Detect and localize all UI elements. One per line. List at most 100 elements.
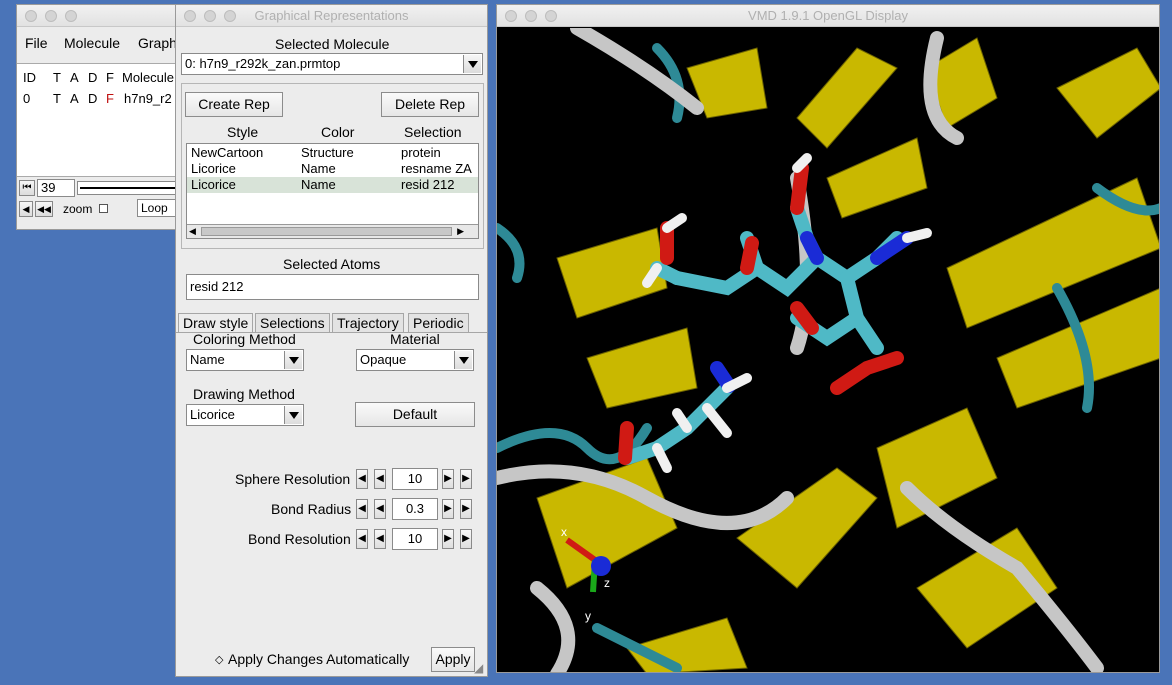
mol-fixed-flag[interactable]: F: [106, 91, 114, 106]
scroll-right-icon[interactable]: ▶: [457, 225, 464, 238]
drawing-method-value: Licorice: [190, 407, 235, 422]
selected-atoms-input[interactable]: resid 212: [186, 274, 479, 300]
mol-id[interactable]: 0: [23, 91, 30, 106]
minimize-icon[interactable]: [45, 10, 57, 22]
mol-active-flag[interactable]: A: [70, 91, 79, 106]
oxygen-bond: [790, 161, 809, 215]
play-reverse-icon[interactable]: ◀◀: [35, 201, 53, 217]
col-color-header: Color: [321, 124, 355, 140]
minimize-icon[interactable]: [204, 10, 216, 22]
coloring-method-value: Name: [190, 352, 225, 367]
col-a: A: [70, 70, 79, 85]
close-icon[interactable]: [505, 10, 517, 22]
zoom-checkbox[interactable]: [99, 204, 108, 213]
bond-resolution-input[interactable]: 10: [392, 528, 438, 550]
col-d: D: [88, 70, 98, 85]
step-back-icon[interactable]: ◀: [19, 201, 33, 217]
apply-auto-label[interactable]: Apply Changes Automatically: [228, 651, 409, 667]
step-fast-back-icon[interactable]: ◀: [356, 469, 368, 489]
col-selection-header: Selection: [404, 124, 462, 140]
sphere-resolution-label: Sphere Resolution: [235, 471, 351, 487]
sphere-resolution-input[interactable]: 10: [392, 468, 438, 490]
selected-molecule-value: 0: h7n9_r292k_zan.prmtop: [185, 56, 341, 71]
graphrep-title: Graphical Representations: [254, 8, 409, 23]
step-fast-back-icon[interactable]: ◀: [356, 499, 368, 519]
col-molecule: Molecule: [122, 70, 175, 85]
minimize-icon[interactable]: [525, 10, 537, 22]
rep-style: Licorice: [191, 161, 236, 176]
delete-rep-button[interactable]: Delete Rep: [381, 92, 479, 117]
step-fast-forward-icon[interactable]: ▶: [460, 469, 472, 489]
rep-color: Name: [301, 177, 336, 192]
hydrogen-bond: [902, 228, 932, 243]
display-titlebar: VMD 1.9.1 OpenGL Display: [497, 5, 1159, 27]
scroll-thumb[interactable]: [201, 227, 452, 236]
col-t: T: [53, 70, 61, 85]
col-f: F: [106, 70, 114, 85]
menu-file[interactable]: File: [25, 35, 48, 51]
apply-button[interactable]: Apply: [431, 647, 475, 672]
go-to-start-button[interactable]: ⏮: [19, 180, 35, 196]
selected-molecule-select[interactable]: 0: h7n9_r292k_zan.prmtop: [181, 53, 483, 75]
rep-style: Licorice: [191, 177, 236, 192]
axis-x-label: x: [561, 525, 567, 539]
tab-periodic[interactable]: Periodic: [408, 313, 469, 332]
table-row[interactable]: NewCartoon Structure protein: [187, 145, 478, 161]
step-forward-icon[interactable]: ▶: [442, 529, 454, 549]
rep-color: Structure: [301, 145, 354, 160]
vmd-main-window: File Molecule Graph ID T A D F Molecule …: [16, 4, 186, 230]
step-fast-back-icon[interactable]: ◀: [356, 529, 368, 549]
coloring-method-label: Coloring Method: [193, 331, 296, 347]
table-row[interactable]: Licorice Name resname ZA: [187, 161, 478, 177]
selected-atoms-label: Selected Atoms: [283, 256, 381, 272]
horizontal-scrollbar[interactable]: ◀ ▶: [187, 224, 478, 238]
step-forward-icon[interactable]: ▶: [442, 499, 454, 519]
mol-top-flag[interactable]: T: [53, 91, 61, 106]
hydrogen-bond: [792, 153, 812, 173]
oxygen-bond: [618, 421, 634, 465]
mol-name[interactable]: h7n9_r2: [124, 91, 172, 106]
tab-selections[interactable]: Selections: [255, 313, 330, 332]
chevron-down-icon: [454, 351, 472, 369]
mol-displayed-flag[interactable]: D: [88, 91, 97, 106]
tab-trajectory[interactable]: Trajectory: [332, 313, 404, 332]
menu-molecule[interactable]: Molecule: [64, 35, 120, 51]
axis-z-label: z: [604, 576, 610, 590]
step-back-icon[interactable]: ◀: [374, 499, 386, 519]
chevron-down-icon: [284, 351, 302, 369]
close-icon[interactable]: [25, 10, 37, 22]
default-button[interactable]: Default: [355, 402, 475, 427]
oxygen-bond: [740, 236, 759, 275]
bond-radius-input[interactable]: 0.3: [392, 498, 438, 520]
main-titlebar: [17, 5, 185, 27]
graphrep-titlebar: Graphical Representations: [176, 5, 487, 27]
zoom-window-icon[interactable]: [65, 10, 77, 22]
opengl-display-window: VMD 1.9.1 OpenGL Display x z y: [496, 4, 1160, 673]
close-icon[interactable]: [184, 10, 196, 22]
drawing-method-select[interactable]: Licorice: [186, 404, 304, 426]
table-row-selected[interactable]: Licorice Name resid 212: [187, 177, 478, 193]
frame-input[interactable]: 39: [37, 179, 75, 197]
col-style-header: Style: [227, 124, 259, 140]
rep-list[interactable]: NewCartoon Structure protein Licorice Na…: [186, 143, 479, 239]
zoom-window-icon[interactable]: [224, 10, 236, 22]
tab-draw-style[interactable]: Draw style: [178, 313, 254, 333]
step-back-icon[interactable]: ◀: [374, 529, 386, 549]
rep-selection: resid 212: [401, 177, 455, 192]
material-label: Material: [390, 331, 440, 347]
material-select[interactable]: Opaque: [356, 349, 474, 371]
axis-y-label: y: [585, 609, 591, 623]
menu-graphics[interactable]: Graph: [138, 35, 177, 51]
coloring-method-select[interactable]: Name: [186, 349, 304, 371]
resize-grip-icon[interactable]: ◢: [474, 661, 483, 675]
drawing-method-label: Drawing Method: [193, 386, 295, 402]
scroll-left-icon[interactable]: ◀: [189, 225, 196, 238]
create-rep-button[interactable]: Create Rep: [185, 92, 283, 117]
step-fast-forward-icon[interactable]: ▶: [460, 529, 472, 549]
zoom-window-icon[interactable]: [545, 10, 557, 22]
apply-auto-radio[interactable]: ◇: [215, 653, 223, 666]
step-forward-icon[interactable]: ▶: [442, 469, 454, 489]
step-back-icon[interactable]: ◀: [374, 469, 386, 489]
step-fast-forward-icon[interactable]: ▶: [460, 499, 472, 519]
frame-slider[interactable]: [77, 181, 185, 195]
